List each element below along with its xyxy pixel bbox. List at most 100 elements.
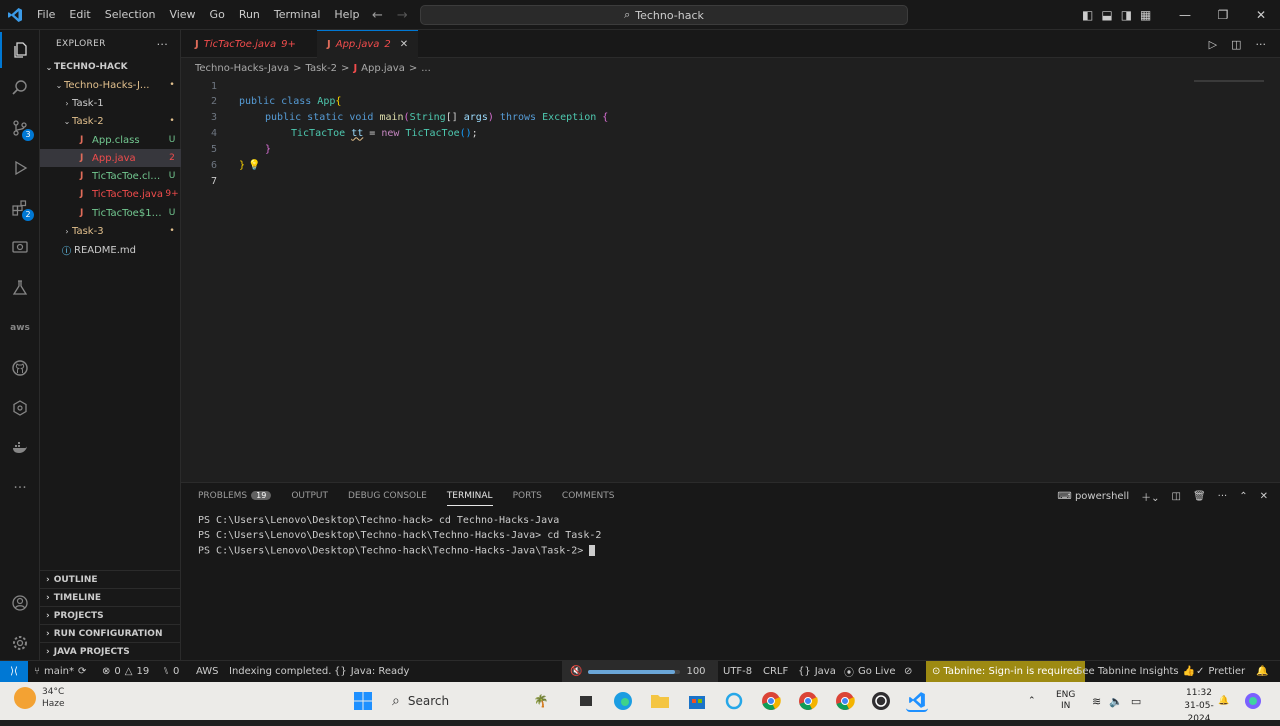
close-tab-icon[interactable]: ✕ (400, 39, 408, 50)
section-java-projects[interactable]: › JAVA PROJECTS (40, 642, 181, 660)
tree-file-readme[interactable]: ⓘ README.md (40, 241, 181, 259)
tree-folder-techno-hacks-java[interactable]: ⌄ Techno-Hacks-J... • (40, 76, 181, 94)
run-debug-icon[interactable] (0, 150, 40, 186)
more-actions-icon[interactable]: ··· (1218, 491, 1228, 502)
explorer-more-icon[interactable]: ··· (157, 38, 168, 51)
close-panel-icon[interactable]: ✕ (1260, 491, 1268, 502)
tree-file-app-class[interactable]: J App.class U (40, 131, 181, 149)
run-file-icon[interactable]: ▷ (1209, 38, 1217, 51)
split-editor-icon[interactable]: ◫ (1231, 38, 1241, 51)
obs-icon[interactable] (870, 690, 892, 712)
workspace-root[interactable]: ⌄ TECHNO-HACK (40, 58, 181, 76)
encoding-indicator[interactable]: UTF-8 (723, 661, 752, 682)
speaker-muted-icon[interactable]: 🔈 (1109, 695, 1123, 708)
breadcrumb-folder[interactable]: Task-2 (305, 63, 337, 74)
problems-indicator[interactable]: ⊗ 0 △ 19 (102, 661, 149, 682)
maximize-panel-icon[interactable]: ⌃ (1239, 491, 1247, 502)
aws-indicator[interactable]: AWS (196, 661, 219, 682)
source-control-icon[interactable]: 3 (0, 110, 40, 146)
store-icon[interactable] (686, 690, 708, 712)
go-live-button[interactable]: ⦿ Go Live (844, 661, 895, 682)
breadcrumb-file[interactable]: App.java (361, 63, 405, 74)
restore-icon[interactable]: ❐ (1204, 0, 1242, 30)
customize-layout-icon[interactable]: ▦ (1140, 8, 1151, 22)
menu-go[interactable]: Go (203, 0, 232, 30)
notification-bell-icon[interactable]: 🔔 (1218, 682, 1229, 720)
section-outline[interactable]: › OUTLINE (40, 570, 181, 588)
branch-indicator[interactable]: ⑂ main* ⟳ (34, 661, 86, 682)
java-status[interactable]: {} Java: Ready (334, 661, 409, 682)
extensions-icon[interactable]: 2 (0, 190, 40, 226)
toggle-primary-sidebar-icon[interactable]: ◧ (1082, 8, 1093, 22)
breadcrumb-symbol[interactable]: ... (421, 63, 431, 74)
windows-start-icon[interactable] (352, 690, 374, 712)
panel-tab-comments[interactable]: COMMENTS (562, 491, 615, 501)
cortana-icon[interactable] (723, 690, 745, 712)
menu-run[interactable]: Run (232, 0, 267, 30)
section-projects[interactable]: › PROJECTS (40, 606, 181, 624)
testing-icon[interactable] (0, 270, 40, 306)
toggle-secondary-sidebar-icon[interactable]: ◨ (1121, 8, 1132, 22)
tree-folder-task-1[interactable]: › Task-1 (40, 94, 181, 112)
forward-arrow-icon[interactable]: → (397, 8, 408, 23)
palm-tree-icon[interactable]: 🌴 (530, 690, 552, 712)
gitlens-icon[interactable] (0, 390, 40, 426)
minimap[interactable] (1194, 78, 1270, 86)
docker-icon[interactable] (0, 430, 40, 466)
menu-view[interactable]: View (162, 0, 202, 30)
trash-icon[interactable]: 🗑 (1193, 491, 1206, 502)
edge-icon[interactable] (612, 690, 634, 712)
toggle-panel-icon[interactable]: ⬓ (1101, 8, 1112, 22)
tree-file-tictactoe-class[interactable]: J TicTacToe.class U (40, 167, 181, 185)
more-views-icon[interactable]: ··· (0, 470, 40, 506)
menu-terminal[interactable]: Terminal (267, 0, 328, 30)
show-hidden-icons[interactable]: ⌃ (1028, 682, 1036, 720)
tabnine-insights[interactable]: See Tabnine Insights 👍 (1076, 661, 1195, 682)
file-explorer-icon[interactable] (649, 690, 671, 712)
panel-tab-terminal[interactable]: TERMINAL (446, 486, 493, 506)
terminal-shell-selector[interactable]: ⌨ powershell (1057, 491, 1129, 502)
prettier-indicator[interactable]: ✓ Prettier (1196, 661, 1245, 682)
panel-tab-output[interactable]: OUTPUT (291, 491, 328, 501)
task-view-icon[interactable] (575, 690, 597, 712)
eol-indicator[interactable]: CRLF (763, 661, 788, 682)
command-center-search[interactable]: ⌕ Techno-hack (420, 5, 908, 25)
language-indicator[interactable]: {} Java (798, 661, 836, 682)
tree-file-tictactoe-java[interactable]: J TicTacToe.java 9+ (40, 185, 181, 203)
menu-selection[interactable]: Selection (98, 0, 163, 30)
minimize-icon[interactable]: — (1166, 0, 1204, 30)
clock[interactable]: 11:32 31-05-2024 (1178, 687, 1220, 726)
manage-gear-icon[interactable] (0, 625, 40, 661)
input-language[interactable]: ENG IN (1056, 682, 1075, 720)
chrome-profile-icon[interactable] (797, 690, 819, 712)
close-window-icon[interactable]: ✕ (1242, 0, 1280, 30)
tab-tictactoe-java[interactable]: J TicTacToe.java 9+ (185, 30, 306, 58)
split-terminal-icon[interactable]: ◫ (1172, 491, 1181, 502)
ports-indicator[interactable]: ⑊ 0 (163, 661, 179, 682)
section-timeline[interactable]: › TIMELINE (40, 588, 181, 606)
accounts-icon[interactable] (0, 585, 40, 621)
tree-folder-task-3[interactable]: › Task-3 • (40, 222, 181, 240)
copilot-disabled-icon[interactable]: ⊘ (904, 661, 912, 682)
volume-overlay[interactable]: 🔇 100 (562, 661, 718, 682)
system-tray[interactable]: ≋ 🔈 ▭ (1092, 682, 1141, 720)
code-editor[interactable]: 1 2 public class App{ 3 public static vo… (181, 78, 1280, 480)
vscode-taskbar-icon[interactable] (906, 690, 928, 712)
weather-widget[interactable]: 34°C Haze (14, 686, 65, 710)
tabnine-status[interactable]: ⊙ Tabnine: Sign-in is required (926, 661, 1086, 682)
wifi-icon[interactable]: ≋ (1092, 695, 1101, 708)
chrome-icon[interactable] (760, 690, 782, 712)
breadcrumb-project[interactable]: Techno-Hacks-Java (195, 63, 289, 74)
panel-tab-debug-console[interactable]: DEBUG CONSOLE (348, 491, 427, 501)
panel-tab-ports[interactable]: PORTS (513, 491, 542, 501)
chrome-profile-icon[interactable] (834, 690, 856, 712)
tree-folder-task-2[interactable]: ⌄ Task-2 • (40, 112, 181, 130)
terminal-output[interactable]: PS C:\Users\Lenovo\Desktop\Techno-hack> … (198, 515, 601, 560)
menu-edit[interactable]: Edit (62, 0, 97, 30)
remote-indicator-icon[interactable]: ⟩⟨ (0, 661, 28, 682)
github-icon[interactable] (0, 350, 40, 386)
more-actions-icon[interactable]: ··· (1256, 38, 1267, 51)
search-view-icon[interactable] (0, 70, 40, 106)
remote-explorer-icon[interactable] (0, 230, 40, 266)
aws-icon[interactable]: aws (0, 310, 40, 346)
